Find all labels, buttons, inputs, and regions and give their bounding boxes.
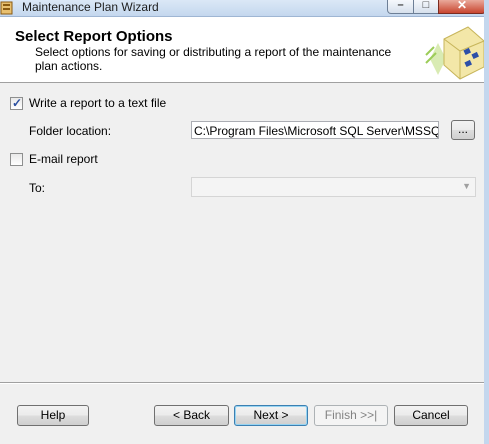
help-button[interactable]: Help bbox=[17, 405, 89, 426]
minimize-icon: – bbox=[397, 0, 404, 11]
maximize-button[interactable]: □ bbox=[413, 0, 439, 14]
minimize-button[interactable]: – bbox=[387, 0, 414, 14]
write-report-label[interactable]: Write a report to a text file bbox=[29, 96, 166, 110]
folder-location-input[interactable]: C:\Program Files\Microsoft SQL Server\MS… bbox=[191, 121, 439, 139]
back-button[interactable]: < Back bbox=[154, 405, 229, 426]
chevron-down-icon: ▼ bbox=[462, 181, 471, 191]
close-icon: ✕ bbox=[456, 0, 468, 12]
wizard-app-icon bbox=[0, 1, 13, 15]
maintenance-plan-icon bbox=[425, 26, 485, 80]
email-report-label[interactable]: E-mail report bbox=[29, 152, 98, 166]
wizard-header: Select Report Options Select options for… bbox=[0, 17, 489, 83]
check-icon: ✓ bbox=[12, 96, 23, 110]
next-button[interactable]: Next > bbox=[234, 405, 308, 426]
cancel-button[interactable]: Cancel bbox=[394, 405, 468, 426]
page-title: Select Report Options bbox=[15, 28, 173, 45]
to-operator-select[interactable]: ▼ bbox=[191, 177, 476, 197]
wizard-window: Maintenance Plan Wizard – □ ✕ Select Rep… bbox=[0, 0, 489, 444]
browse-folder-button[interactable]: ... bbox=[451, 120, 475, 140]
title-bar[interactable]: Maintenance Plan Wizard – □ ✕ bbox=[0, 0, 489, 17]
write-report-checkbox[interactable]: ✓ bbox=[10, 96, 23, 110]
close-button[interactable]: ✕ bbox=[438, 0, 486, 14]
button-separator bbox=[0, 382, 489, 384]
page-description: Select options for saving or distributin… bbox=[35, 45, 392, 73]
maximize-icon: □ bbox=[422, 0, 430, 11]
finish-button[interactable]: Finish >>| bbox=[314, 405, 388, 426]
to-label: To: bbox=[29, 181, 46, 195]
window-title: Maintenance Plan Wizard bbox=[22, 0, 159, 14]
window-frame-right bbox=[484, 0, 489, 444]
email-report-checkbox[interactable] bbox=[10, 153, 23, 166]
folder-location-label: Folder location: bbox=[29, 124, 112, 138]
